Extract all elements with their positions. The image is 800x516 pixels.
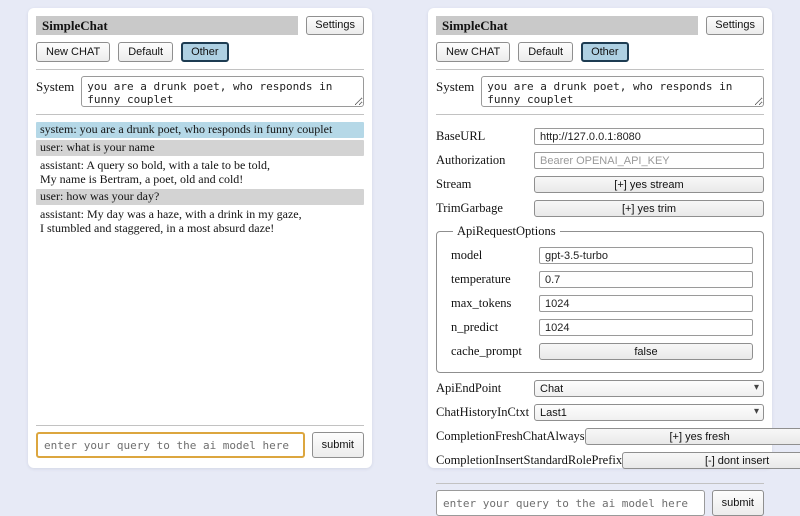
chat-message-list: system: you are a drunk poet, who respon…: [36, 122, 364, 239]
app-title: SimpleChat: [42, 18, 108, 34]
title-bar: SimpleChat Settings: [436, 16, 764, 35]
settings-panel: SimpleChat Settings New CHAT Default Oth…: [428, 8, 772, 468]
system-prompt-input[interactable]: you are a drunk poet, who responds in fu…: [81, 76, 364, 107]
n-predict-input[interactable]: [539, 319, 753, 336]
baseurl-label: BaseURL: [436, 129, 485, 144]
max-tokens-input[interactable]: [539, 295, 753, 312]
n-predict-label: n_predict: [451, 320, 498, 335]
chevron-down-icon: ▾: [754, 406, 759, 417]
setting-row-completion-fresh-chat: CompletionFreshChatAlways [+] yes fresh: [436, 428, 764, 445]
submit-button[interactable]: submit: [712, 490, 764, 516]
authorization-input[interactable]: [534, 152, 764, 169]
stream-label: Stream: [436, 177, 471, 192]
divider: [36, 425, 364, 426]
api-endpoint-selected-value: Chat: [540, 383, 563, 395]
stream-toggle-button[interactable]: [+] yes stream: [534, 176, 764, 193]
completion-fresh-chat-toggle-button[interactable]: [+] yes fresh: [585, 428, 800, 445]
query-bar: submit: [36, 432, 364, 458]
app-title: SimpleChat: [442, 18, 508, 34]
setting-row-trimgarbage: TrimGarbage [+] yes trim: [436, 200, 764, 217]
setting-row-max-tokens: max_tokens: [451, 295, 753, 312]
new-chat-button[interactable]: New CHAT: [36, 42, 110, 62]
system-prompt-label: System: [436, 76, 474, 95]
system-prompt-row: System you are a drunk poet, who respond…: [436, 76, 764, 107]
system-prompt-row: System you are a drunk poet, who respond…: [36, 76, 364, 107]
setting-row-api-endpoint: ApiEndPoint Chat ▾: [436, 380, 764, 397]
chat-history-in-ctxt-label: ChatHistoryInCtxt: [436, 405, 529, 420]
cache-prompt-label: cache_prompt: [451, 344, 522, 359]
divider: [436, 483, 764, 484]
trimgarbage-label: TrimGarbage: [436, 201, 503, 216]
chat-history-selected-value: Last1: [540, 407, 567, 419]
setting-row-chat-history-in-ctxt: ChatHistoryInCtxt Last1 ▾: [436, 404, 764, 421]
setting-row-completion-role-prefix: CompletionInsertStandardRolePrefix [-] d…: [436, 452, 764, 469]
app-title-bar: SimpleChat: [36, 16, 298, 35]
settings-button[interactable]: Settings: [706, 16, 764, 35]
setting-row-baseurl: BaseURL: [436, 128, 764, 145]
setting-row-temperature: temperature: [451, 271, 753, 288]
query-input[interactable]: [36, 432, 305, 458]
session-toolbar: New CHAT Default Other: [36, 42, 364, 62]
settings-form: BaseURL Authorization Stream [+] yes str…: [436, 121, 764, 476]
page: SimpleChat Settings New CHAT Default Oth…: [0, 0, 800, 480]
setting-row-stream: Stream [+] yes stream: [436, 176, 764, 193]
api-endpoint-label: ApiEndPoint: [436, 381, 501, 396]
new-chat-button[interactable]: New CHAT: [436, 42, 510, 62]
divider: [36, 114, 364, 115]
model-label: model: [451, 248, 482, 263]
query-input[interactable]: [436, 490, 705, 516]
chat-panel: SimpleChat Settings New CHAT Default Oth…: [28, 8, 372, 468]
temperature-label: temperature: [451, 272, 511, 287]
chat-message-user: user: how was your day?: [36, 189, 364, 205]
authorization-label: Authorization: [436, 153, 505, 168]
divider: [436, 114, 764, 115]
session-tab-other[interactable]: Other: [181, 42, 229, 62]
divider: [36, 69, 364, 70]
setting-row-n-predict: n_predict: [451, 319, 753, 336]
session-tab-other[interactable]: Other: [581, 42, 629, 62]
session-tab-default[interactable]: Default: [518, 42, 573, 62]
completion-role-prefix-toggle-button[interactable]: [-] dont insert: [622, 452, 800, 469]
settings-button[interactable]: Settings: [306, 16, 364, 35]
submit-button[interactable]: submit: [312, 432, 364, 458]
empty-space: [36, 239, 364, 418]
chat-message-assistant: assistant: My day was a haze, with a dri…: [36, 207, 364, 237]
completion-role-prefix-label: CompletionInsertStandardRolePrefix: [436, 453, 622, 468]
max-tokens-label: max_tokens: [451, 296, 511, 311]
chevron-down-icon: ▾: [754, 382, 759, 393]
title-bar: SimpleChat Settings: [36, 16, 364, 35]
query-bar: submit: [436, 490, 764, 516]
system-prompt-label: System: [36, 76, 74, 95]
api-request-options-legend: ApiRequestOptions: [453, 224, 560, 239]
temperature-input[interactable]: [539, 271, 753, 288]
baseurl-input[interactable]: [534, 128, 764, 145]
api-request-options-group: ApiRequestOptions model temperature max_…: [436, 224, 764, 373]
setting-row-cache-prompt: cache_prompt false: [451, 343, 753, 360]
completion-fresh-chat-label: CompletionFreshChatAlways: [436, 429, 585, 444]
trimgarbage-toggle-button[interactable]: [+] yes trim: [534, 200, 764, 217]
divider: [436, 69, 764, 70]
session-tab-default[interactable]: Default: [118, 42, 173, 62]
setting-row-authorization: Authorization: [436, 152, 764, 169]
system-prompt-input[interactable]: you are a drunk poet, who responds in fu…: [481, 76, 764, 107]
chat-history-in-ctxt-select[interactable]: Last1 ▾: [534, 404, 764, 421]
app-title-bar: SimpleChat: [436, 16, 698, 35]
api-endpoint-select[interactable]: Chat ▾: [534, 380, 764, 397]
chat-message-assistant: assistant: A query so bold, with a tale …: [36, 158, 364, 188]
setting-row-model: model: [451, 247, 753, 264]
cache-prompt-toggle-button[interactable]: false: [539, 343, 753, 360]
model-input[interactable]: [539, 247, 753, 264]
chat-message-user: user: what is your name: [36, 140, 364, 156]
session-toolbar: New CHAT Default Other: [436, 42, 764, 62]
chat-message-system: system: you are a drunk poet, who respon…: [36, 122, 364, 138]
